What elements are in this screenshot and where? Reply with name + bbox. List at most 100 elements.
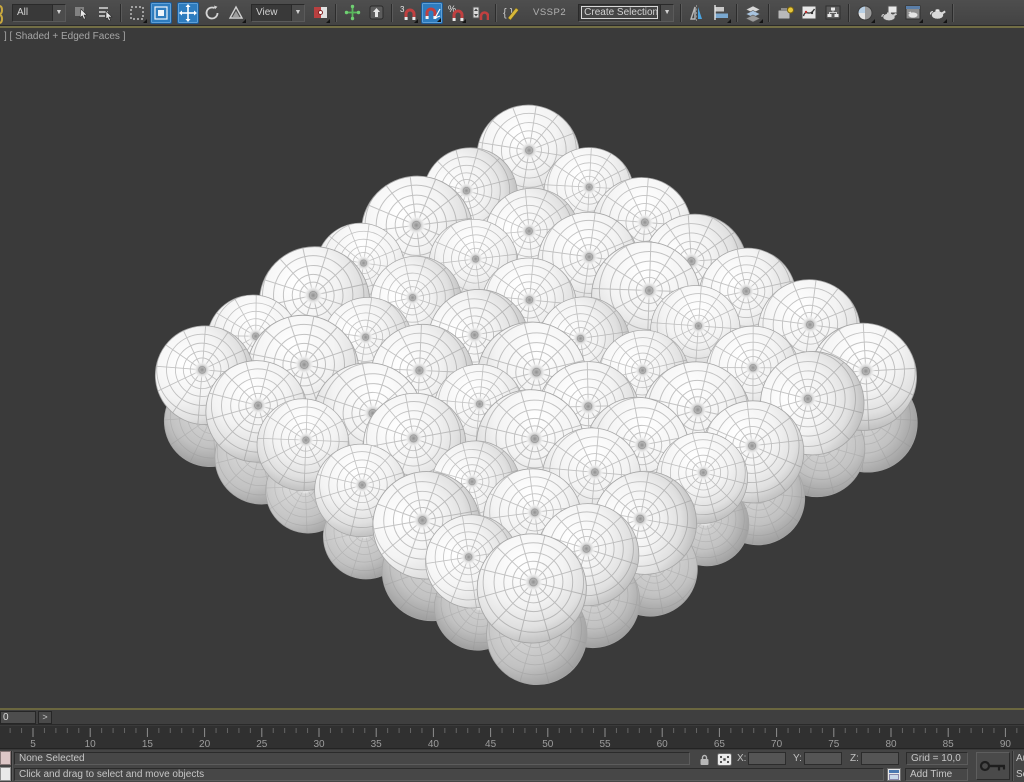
perspective-viewport[interactable]: ] [ Shaded + Edged Faces ] [0, 26, 1024, 710]
angle-snap-icon [423, 4, 441, 22]
add-time-tag-field[interactable]: Add Time Tag [905, 768, 968, 781]
material-editor-button[interactable] [854, 2, 876, 24]
key-icon [979, 758, 1007, 774]
schematic-view-icon [824, 4, 842, 22]
toolbar-separator [848, 4, 850, 22]
selection-lock-toggle[interactable] [697, 752, 712, 766]
render-production-icon [928, 4, 946, 22]
dropdown-arrow-icon[interactable]: ▼ [660, 5, 673, 21]
absolute-mode-icon [717, 753, 732, 766]
status-splitter[interactable] [11, 751, 13, 781]
ruler-label: 20 [199, 739, 211, 749]
next-frame-button[interactable]: > [38, 711, 52, 724]
layer-manager-button[interactable] [742, 2, 764, 24]
create-selection-set-dropdown[interactable]: Create Selection Se ▼ [578, 4, 674, 22]
viewport-canvas[interactable] [0, 28, 1024, 708]
select-and-scale-button[interactable] [225, 2, 247, 24]
time-slider-track[interactable]: 0 > [0, 710, 1024, 725]
absolute-offset-mode-toggle[interactable] [716, 752, 733, 766]
curve-editor-button[interactable] [798, 2, 820, 24]
set-keys-button[interactable] [976, 752, 1010, 780]
rectangular-selection-icon [129, 5, 145, 21]
selection-filter-dropdown[interactable]: All ▼ [12, 4, 66, 22]
mirror-icon [688, 4, 706, 22]
snap-toggle-3d-button[interactable]: 3 [397, 2, 419, 24]
status-separator [1012, 751, 1014, 781]
lock-icon [698, 753, 711, 766]
use-pivot-center-icon [312, 4, 329, 21]
auto-key-button[interactable]: Aut [1016, 753, 1024, 764]
rendered-frame-window-button[interactable] [902, 2, 924, 24]
svg-text:3: 3 [400, 5, 405, 14]
ruler-label: 50 [542, 739, 554, 749]
reference-coordinate-value: View [252, 7, 291, 18]
toolbar-separator [680, 4, 682, 22]
window-crossing-toggle-button[interactable] [150, 2, 172, 24]
mirror-button[interactable] [686, 2, 708, 24]
render-setup-button[interactable] [878, 2, 900, 24]
selection-status-field: None Selected [14, 752, 690, 765]
track-bar[interactable]: 51015202530354045505560657075808590 [0, 726, 1024, 749]
ruler-label: 85 [943, 739, 955, 749]
edit-named-selection-sets-button[interactable]: { } [501, 2, 523, 24]
z-coordinate-input[interactable] [861, 752, 899, 765]
select-and-move-icon [179, 4, 197, 22]
main-toolbar: All ▼ [0, 0, 1024, 26]
graphite-modeling-toggle-button[interactable] [774, 2, 796, 24]
set-key-button[interactable]: Se [1016, 769, 1024, 780]
percent-snap-icon: % [447, 4, 465, 22]
toolbar-separator [120, 4, 122, 22]
z-coordinate-label: Z: [850, 753, 859, 764]
ruler-label: 40 [428, 739, 440, 749]
3ds-max-window: All ▼ [0, 0, 1024, 782]
dropdown-arrow-icon[interactable]: ▼ [291, 5, 304, 21]
percent-snap-toggle-button[interactable]: % [445, 2, 467, 24]
toolbar-separator [952, 4, 954, 22]
keyboard-override-icon [368, 4, 385, 21]
prompt-line: Click and drag to select and move object… [14, 768, 884, 781]
spinner-snap-icon [471, 4, 489, 22]
schematic-view-button[interactable] [822, 2, 844, 24]
ruler-label: 55 [599, 739, 611, 749]
select-and-rotate-button[interactable] [201, 2, 223, 24]
select-object-button[interactable] [70, 2, 92, 24]
material-editor-icon [856, 4, 874, 22]
select-by-name-icon [97, 4, 114, 21]
grid-size-readout: Grid = 10,0 [906, 752, 968, 765]
open-mini-curve-editor-button[interactable] [886, 767, 902, 782]
select-and-move-button[interactable] [177, 2, 199, 24]
maxscript-mini-listener[interactable] [0, 767, 11, 781]
y-coordinate-input[interactable] [804, 752, 842, 765]
rectangular-selection-region-button[interactable] [126, 2, 148, 24]
select-and-manipulate-button[interactable] [341, 2, 363, 24]
x-coordinate-input[interactable] [748, 752, 786, 765]
time-slider-handle[interactable]: 0 [0, 711, 36, 724]
bind-to-space-warp-icon[interactable] [0, 2, 9, 24]
rendered-frame-window-icon [904, 4, 922, 22]
track-bar-ruler: 51015202530354045505560657075808590 [0, 726, 1024, 749]
dropdown-arrow-icon[interactable]: ▼ [52, 5, 65, 21]
maxscript-macro-recorder[interactable] [0, 751, 11, 765]
select-by-name-button[interactable] [94, 2, 116, 24]
toolbar-separator [768, 4, 770, 22]
render-production-button[interactable] [926, 2, 948, 24]
create-selection-set-value: Create Selection Se [581, 6, 658, 19]
reference-coordinate-dropdown[interactable]: View ▼ [251, 4, 305, 22]
curve-editor-icon [800, 4, 818, 22]
toolbar-separator [736, 4, 738, 22]
ruler-label: 80 [885, 739, 897, 749]
select-and-scale-icon [228, 5, 244, 21]
ruler-label: 65 [714, 739, 726, 749]
angle-snap-toggle-button[interactable] [421, 2, 443, 24]
window-crossing-icon [153, 5, 169, 21]
use-pivot-point-center-button[interactable] [309, 2, 331, 24]
keyboard-shortcut-override-button[interactable] [365, 2, 387, 24]
align-button[interactable] [710, 2, 732, 24]
selection-filter-value: All [13, 7, 52, 18]
viewport-shading-label[interactable]: ] [ Shaded + Edged Faces ] [4, 31, 125, 42]
spinner-snap-toggle-button[interactable] [469, 2, 491, 24]
graphite-toolbox-icon [776, 4, 794, 22]
align-icon [713, 4, 730, 21]
y-coordinate-label: Y: [793, 753, 802, 764]
ruler-label: 60 [657, 739, 669, 749]
